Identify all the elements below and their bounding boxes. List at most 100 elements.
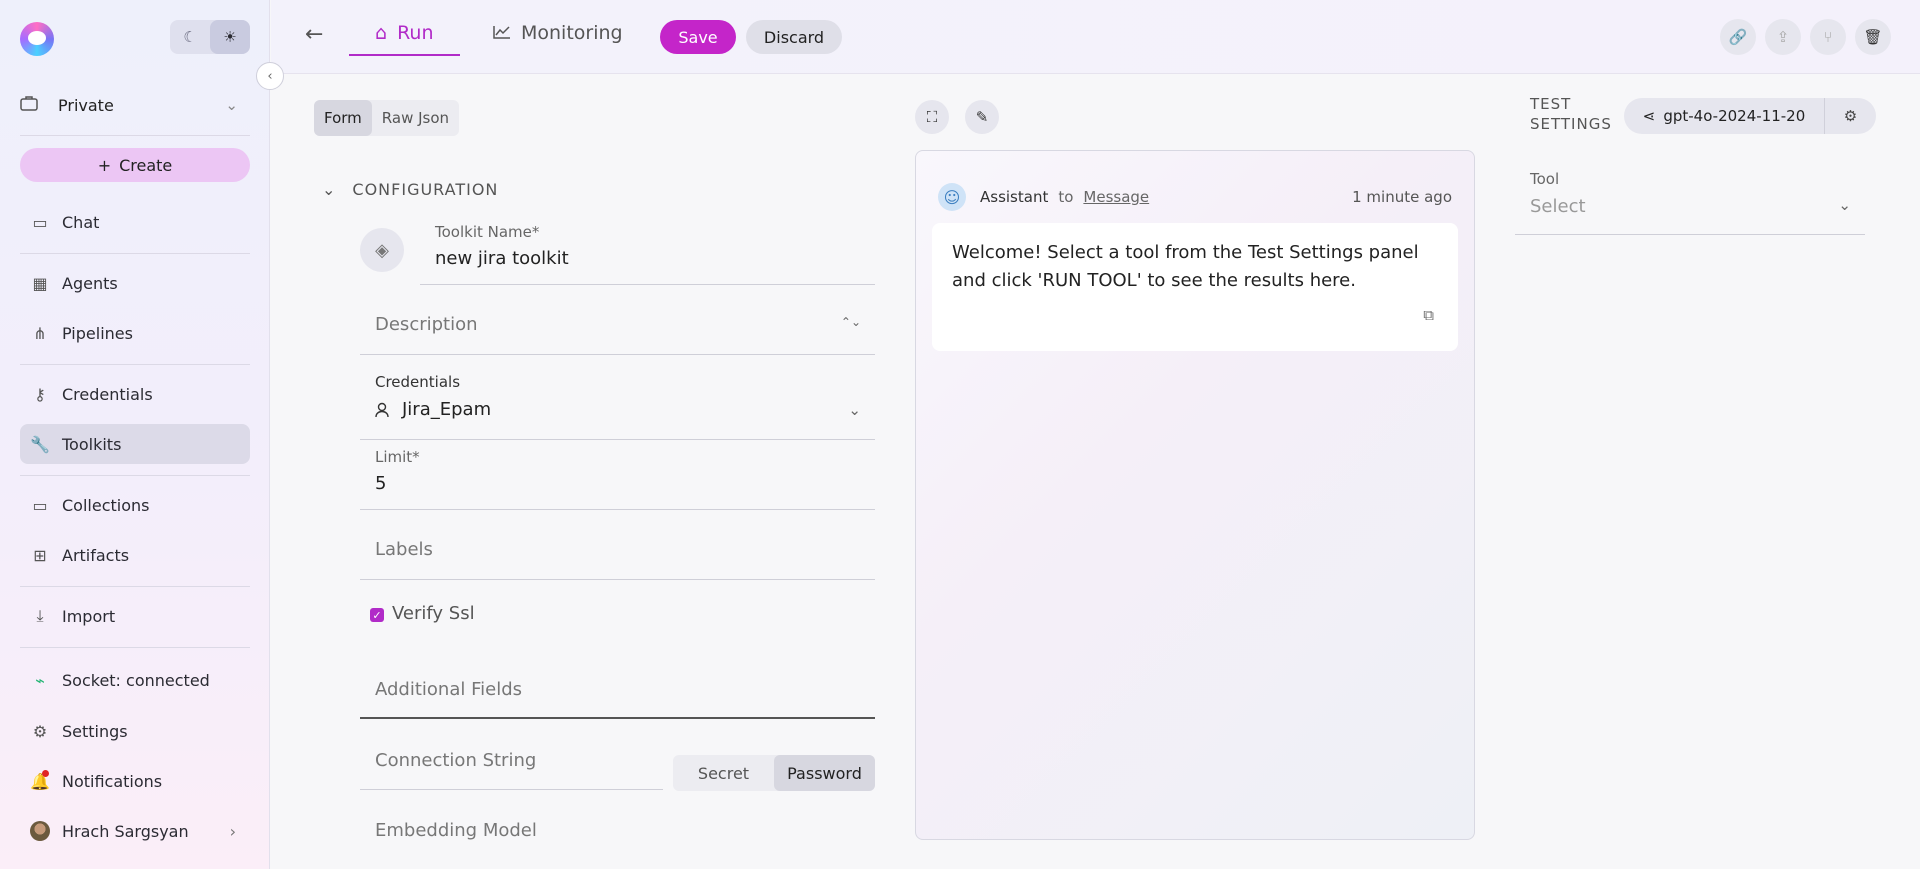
field-placeholder: Description [375,314,478,335]
user-name: Hrach Sargsyan [62,821,189,841]
assistant-avatar-icon: ☺ [938,183,966,211]
toolkit-name-field[interactable]: Toolkit Name* new jira toolkit [420,220,875,285]
expand-icon[interactable]: ⌃⌄ [841,315,861,329]
field-placeholder: Embedding Model [375,820,537,841]
divider [20,364,250,365]
view-mode-toggle[interactable]: Form Raw Json [314,100,460,136]
import-icon: ⤓ [36,606,44,625]
view-raw-json-button[interactable]: Raw Json [372,100,459,136]
trash-icon[interactable]: 🗑 [1855,19,1891,55]
additional-fields[interactable]: Additional Fields [360,665,875,719]
model-name-button[interactable]: ⋖ gpt-4o-2024-11-20 [1624,98,1824,134]
message-header: ☺ Assistant to Message 1 minute ago [938,183,1452,211]
field-placeholder: Labels [375,539,433,560]
toolkit-icon[interactable]: ◈ [360,228,404,272]
model-settings-icon[interactable]: ⚙ [1824,98,1876,134]
sidebar-item-pipelines[interactable]: ⋔ Pipelines [20,313,250,353]
sun-icon[interactable]: ☀ [210,20,250,54]
tab-run-label: Run [397,22,434,44]
test-settings-title-line1: TEST [1530,95,1572,113]
field-placeholder: Connection String [375,750,537,771]
tab-monitoring[interactable]: Monitoring [493,22,623,44]
sidebar-item-label: Credentials [62,384,153,404]
sidebar-item-artifacts[interactable]: ⊞ Artifacts [20,535,250,575]
field-placeholder: Select [1530,196,1586,217]
password-option[interactable]: Password [774,755,875,791]
sidebar-item-label: Collections [62,495,150,515]
clean-icon[interactable]: ✎ [965,100,999,134]
briefcase-icon [20,95,38,115]
chat-icon: ▭ [32,212,48,232]
wrench-icon: 🔧 [30,434,50,454]
secret-option[interactable]: Secret [673,755,774,791]
chevron-down-icon: ⌄ [1838,196,1851,214]
field-label: Tool [1530,170,1560,188]
limit-field[interactable]: Limit* 5 [360,445,875,510]
user-profile[interactable]: Hrach Sargsyan › [20,811,250,851]
field-label: Credentials [375,373,461,391]
test-settings-title: TEST SETTINGS [1530,94,1620,134]
grid-icon: ▦ [32,273,48,293]
sidebar-item-agents[interactable]: ▦ Agents [20,263,250,303]
fullscreen-icon[interactable]: ⛶ [915,100,949,134]
field-label: Toolkit Name* [435,223,540,241]
model-selector[interactable]: ⋖ gpt-4o-2024-11-20 ⚙ [1624,98,1876,134]
view-form-button[interactable]: Form [314,100,372,136]
message-link[interactable]: Message [1083,188,1149,206]
app-logo[interactable] [20,22,54,56]
plus-icon: + [97,155,112,175]
tab-run[interactable]: ⌂ Run [349,22,460,56]
collapse-sidebar-button[interactable]: ‹ [256,62,284,90]
fork-icon[interactable]: ⑂ [1810,19,1846,55]
project-selector[interactable]: Private ⌄ [20,88,250,122]
labels-field[interactable]: Labels [360,520,875,580]
pipeline-icon: ⋔ [33,323,47,343]
divider [20,253,250,254]
create-label: Create [119,155,173,175]
sidebar-item-collections[interactable]: ▭ Collections [20,485,250,525]
sidebar-item-settings[interactable]: ⚙ Settings [20,711,250,751]
tool-select[interactable]: Tool Select ⌄ [1515,170,1865,235]
description-field[interactable]: Description ⌃⌄ [360,295,875,355]
sidebar-item-credentials[interactable]: ⚷ Credentials [20,374,250,414]
link-icon[interactable]: 🔗 [1720,19,1756,55]
save-button[interactable]: Save [660,20,736,54]
export-icon[interactable]: ⇪ [1765,19,1801,55]
create-button[interactable]: + Create [20,148,250,182]
sidebar-item-toolkits[interactable]: 🔧 Toolkits [20,424,250,464]
sidebar-item-chat[interactable]: ▭ Chat [20,202,250,242]
configuration-section-header[interactable]: ⌄ CONFIGURATION [322,180,498,199]
sidebar-item-notifications[interactable]: 🔔 Notifications [20,761,250,801]
secret-type-toggle[interactable]: Secret Password [673,755,875,791]
verify-ssl-label: Verify Ssl [392,603,475,624]
sidebar-item-import[interactable]: ⤓ Import [20,596,250,636]
embedding-model-field[interactable]: Embedding Model [360,810,875,860]
message-text: Welcome! Select a tool from the Test Set… [952,242,1419,291]
divider [20,586,250,587]
chevron-right-icon: › [229,821,236,841]
connection-string-field[interactable]: Connection String [360,740,663,790]
bell-icon: 🔔 [30,769,50,791]
top-bar: ← ⌂ Run Monitoring Save Discard 🔗 ⇪ ⑂ 🗑 [271,0,1920,74]
field-placeholder: Additional Fields [375,679,523,700]
project-name: Private [58,95,114,115]
chevron-down-icon: ⌄ [848,401,861,419]
verify-ssl-checkbox[interactable]: ✓ [370,608,384,622]
avatar [30,821,50,841]
discard-button[interactable]: Discard [746,20,842,54]
back-arrow-icon[interactable]: ← [305,22,323,47]
moon-icon[interactable]: ☾ [170,20,210,54]
sidebar-item-label: Notifications [62,771,163,791]
field-value: 5 [375,473,387,494]
socket-status-label: Socket: connected [62,670,210,690]
rocket-icon: ⌂ [375,22,388,44]
key-icon: ⚷ [34,384,46,404]
chevron-down-icon: ⌄ [322,180,337,199]
model-name: gpt-4o-2024-11-20 [1663,107,1806,125]
gear-icon: ⚙ [32,721,48,741]
divider [20,647,250,648]
copy-icon[interactable]: ⧉ [1423,301,1434,329]
credentials-select[interactable]: Credentials Jira_Epam ⌄ [360,365,875,440]
theme-toggle[interactable]: ☾ ☀ [170,20,250,54]
sidebar-item-label: Settings [62,721,128,741]
